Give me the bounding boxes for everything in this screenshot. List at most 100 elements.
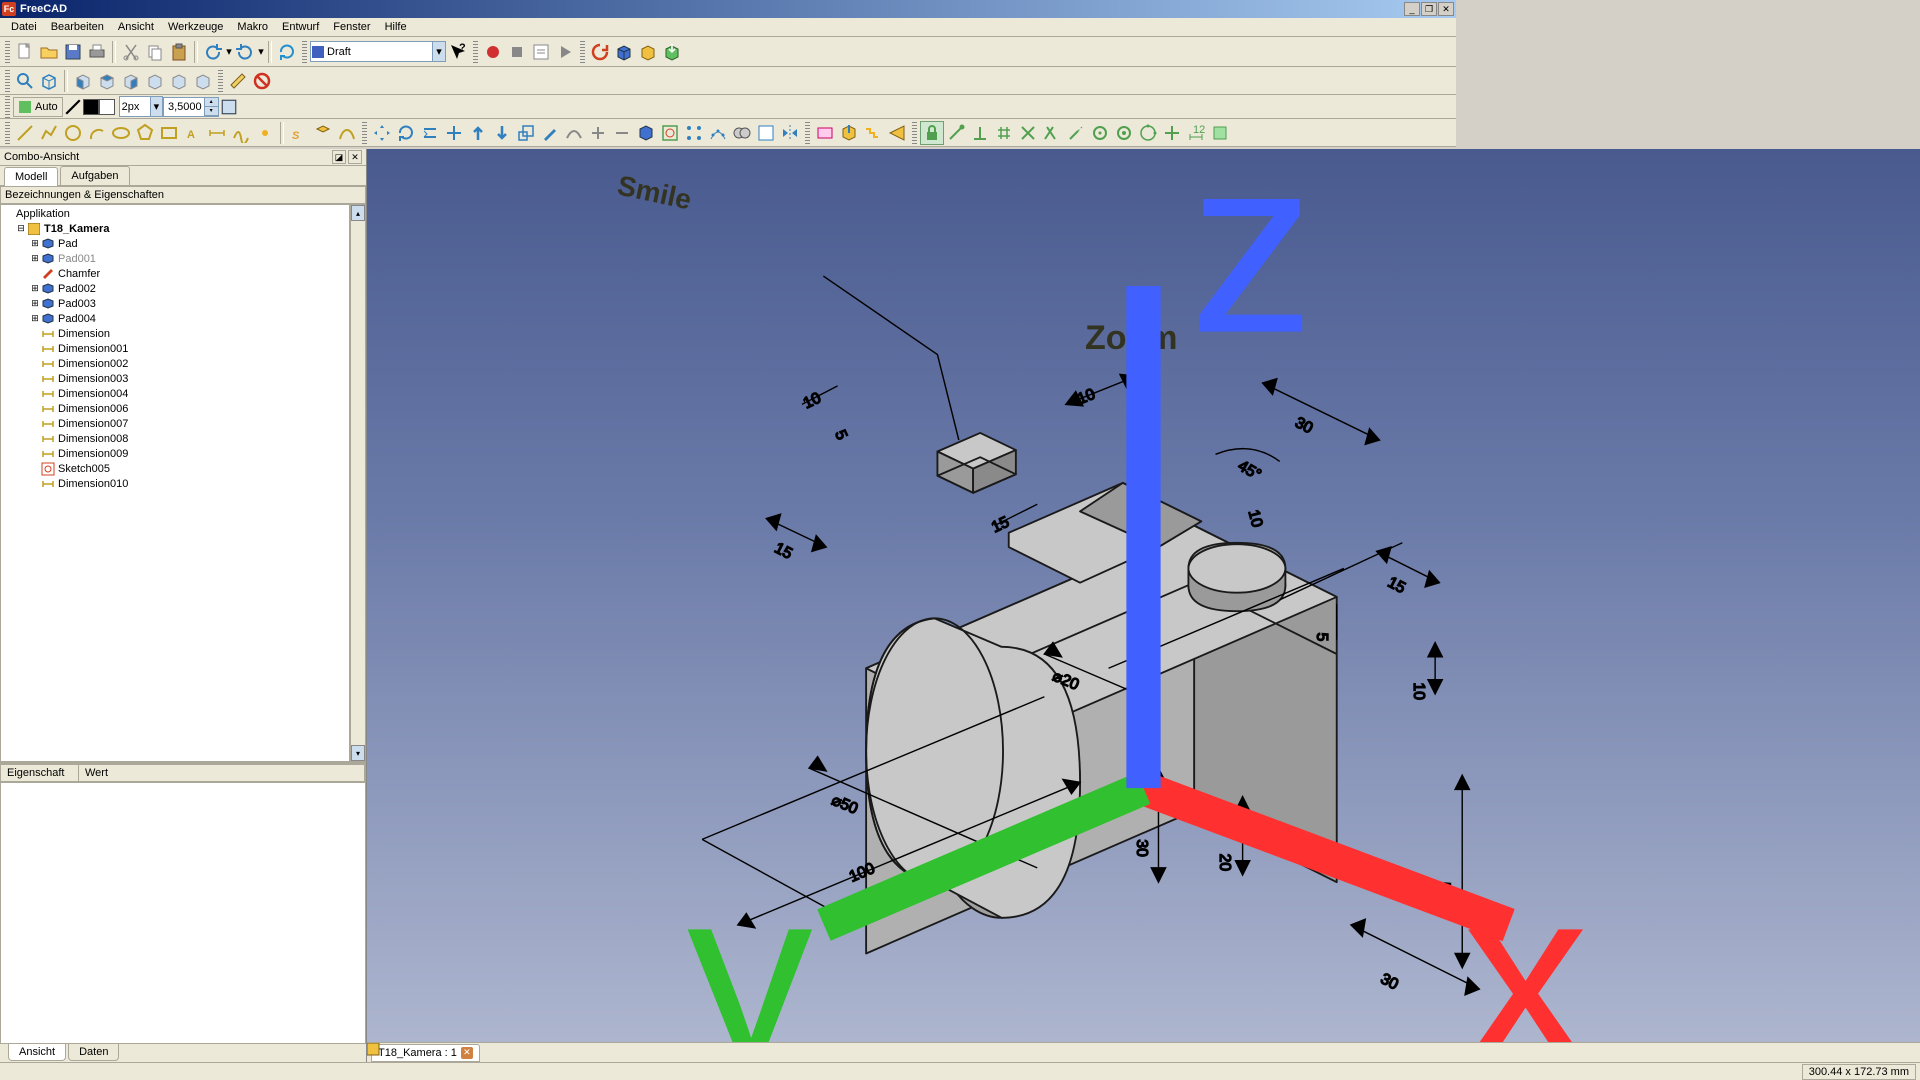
auto-color-button[interactable]: Auto (13, 97, 63, 117)
chevron-down-icon[interactable]: ▾ (432, 42, 445, 61)
draft-rectangle-button[interactable] (157, 121, 181, 145)
tree-item[interactable]: ·Chamfer (1, 266, 349, 281)
wire-to-bspline-button[interactable] (562, 121, 586, 145)
toggle-display-button[interactable] (885, 121, 909, 145)
macro-edit-button[interactable] (529, 40, 553, 64)
edit-button[interactable] (538, 121, 562, 145)
snap-workingplane-button[interactable] (1208, 121, 1232, 145)
snap-dimensions-button[interactable]: 12 (1184, 121, 1208, 145)
menu-hilfe[interactable]: Hilfe (378, 19, 414, 35)
snap-lock-button[interactable] (920, 121, 944, 145)
chevron-down-icon[interactable]: ▾ (150, 97, 161, 116)
refresh-button[interactable] (275, 40, 299, 64)
draft-facebinder-button[interactable] (311, 121, 335, 145)
undo-dropdown[interactable]: ▾ (225, 45, 233, 58)
property-body[interactable] (0, 782, 366, 1044)
tree-item[interactable]: ·Dimension004 (1, 386, 349, 401)
draft-line-button[interactable] (13, 121, 37, 145)
spinner-up[interactable]: ▴ (204, 98, 218, 107)
part-primitive-button[interactable] (636, 40, 660, 64)
fill-color-swatch[interactable] (99, 99, 115, 115)
toggle-continue-button[interactable] (861, 121, 885, 145)
snap-near-button[interactable] (1088, 121, 1112, 145)
tree-item[interactable]: ·Dimension009 (1, 446, 349, 461)
right-view-button[interactable] (119, 69, 143, 93)
move-button[interactable] (370, 121, 394, 145)
snap-parallel-button[interactable] (1040, 121, 1064, 145)
menu-bearbeiten[interactable]: Bearbeiten (44, 19, 111, 35)
linewidth-combo[interactable]: ▾ (119, 96, 163, 117)
part-import-button[interactable] (660, 40, 684, 64)
model-tree[interactable]: ▪Applikation ⊟T18_Kamera ⊞Pad⊞Pad001·Cha… (0, 204, 350, 762)
tree-item[interactable]: ·Dimension (1, 326, 349, 341)
window-minimize-button[interactable]: _ (1404, 2, 1420, 16)
whatsthis-button[interactable]: ? (446, 40, 470, 64)
tree-item[interactable]: ·Sketch005 (1, 461, 349, 476)
rear-view-button[interactable] (143, 69, 167, 93)
draft-polygon-button[interactable] (133, 121, 157, 145)
offset-button[interactable] (418, 121, 442, 145)
snap-endpoint-button[interactable] (944, 121, 968, 145)
snap-ortho-button[interactable] (1160, 121, 1184, 145)
part-box-button[interactable] (612, 40, 636, 64)
draft-ellipse-button[interactable] (109, 121, 133, 145)
tab-aufgaben[interactable]: Aufgaben (60, 166, 129, 185)
open-file-button[interactable] (37, 40, 61, 64)
menu-ansicht[interactable]: Ansicht (111, 19, 161, 35)
tree-item[interactable]: ⊞Pad001 (1, 251, 349, 266)
snap-intersection-button[interactable] (1016, 121, 1040, 145)
menu-werkzeuge[interactable]: Werkzeuge (161, 19, 230, 35)
draft-shapestring-button[interactable]: S (287, 121, 311, 145)
trimex-button[interactable] (442, 121, 466, 145)
disable-button[interactable] (250, 69, 274, 93)
fontsize-spinner[interactable]: ▴▾ (163, 97, 219, 117)
toggle-construction-button[interactable] (837, 121, 861, 145)
tree-item[interactable]: ·Dimension001 (1, 341, 349, 356)
fit-all-button[interactable] (13, 69, 37, 93)
new-file-button[interactable] (13, 40, 37, 64)
scale-button[interactable] (514, 121, 538, 145)
tree-item[interactable]: ⊞Pad (1, 236, 349, 251)
snap-center-button[interactable] (1112, 121, 1136, 145)
scroll-up-button[interactable]: ▴ (351, 205, 365, 221)
paste-button[interactable] (167, 40, 191, 64)
menu-fenster[interactable]: Fenster (326, 19, 377, 35)
left-view-button[interactable] (191, 69, 215, 93)
menu-makro[interactable]: Makro (230, 19, 275, 35)
document-tab[interactable]: T18_Kamera : 1 ✕ (371, 1044, 480, 1062)
save-button[interactable] (61, 40, 85, 64)
apply-style-button[interactable] (219, 97, 239, 117)
axo-view-button[interactable] (37, 69, 61, 93)
tree-item[interactable]: ⊞Pad003 (1, 296, 349, 311)
menu-datei[interactable]: Datei (4, 19, 44, 35)
workbench-combo[interactable]: ▾ (310, 41, 446, 62)
snap-grid-button[interactable] (992, 121, 1016, 145)
snap-perpendicular-button[interactable] (968, 121, 992, 145)
draft2sketch-button[interactable] (658, 121, 682, 145)
draft-text-button[interactable]: A (181, 121, 205, 145)
macro-record-button[interactable] (481, 40, 505, 64)
bottom-view-button[interactable] (167, 69, 191, 93)
tab-modell[interactable]: Modell (4, 167, 58, 186)
upgrade-button[interactable] (466, 121, 490, 145)
window-restore-button[interactable]: ❐ (1421, 2, 1437, 16)
draft-arc-button[interactable] (85, 121, 109, 145)
tree-document[interactable]: ⊟T18_Kamera (1, 221, 349, 236)
copy-button[interactable] (143, 40, 167, 64)
menu-entwurf[interactable]: Entwurf (275, 19, 326, 35)
print-button[interactable] (85, 40, 109, 64)
del-point-button[interactable] (610, 121, 634, 145)
tree-root[interactable]: ▪Applikation (1, 206, 349, 221)
measure-button[interactable] (226, 69, 250, 93)
panel-close-button[interactable]: ✕ (348, 150, 362, 164)
tree-item[interactable]: ⊞Pad004 (1, 311, 349, 326)
snap-angle-button[interactable] (1136, 121, 1160, 145)
clone-button[interactable] (730, 121, 754, 145)
scroll-down-button[interactable]: ▾ (351, 745, 365, 761)
3d-viewport[interactable]: 100 30 50 20 30 10 5 (367, 149, 1920, 1062)
mirror-button[interactable] (778, 121, 802, 145)
window-close-button[interactable]: ✕ (1438, 2, 1454, 16)
redo-dropdown[interactable]: ▾ (257, 45, 265, 58)
draft-point-button[interactable] (253, 121, 277, 145)
tree-item[interactable]: ·Dimension003 (1, 371, 349, 386)
